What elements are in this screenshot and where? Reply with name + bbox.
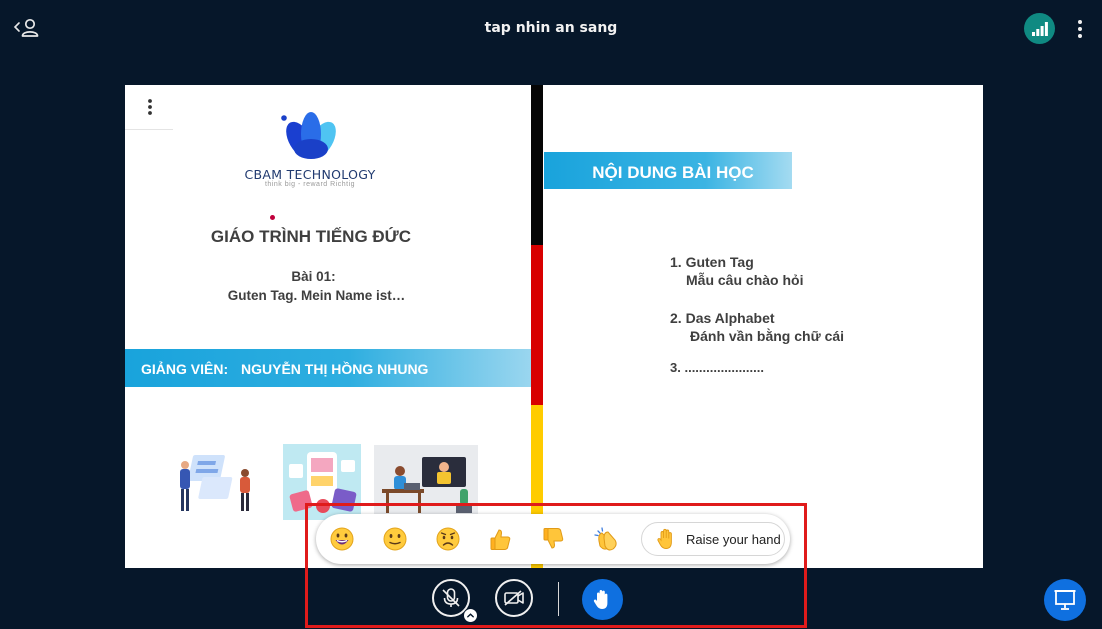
content-item-2-title: 2. Das Alphabet [670, 310, 775, 326]
logo-name: CBAM TECHNOLOGY [244, 167, 376, 182]
content-item-1-title: 1. Guten Tag [670, 254, 754, 270]
kebab-menu-icon [148, 99, 152, 115]
flag-stripe-black [531, 85, 543, 245]
content-banner: NỘI DUNG BÀI HỌC [544, 152, 792, 189]
lesson-title: Guten Tag. Mein Name ist… [227, 288, 406, 303]
teacher-name: NGUYỄN THỊ HỒNG NHUNG [241, 361, 429, 377]
annotation-highlight-box [305, 503, 807, 628]
connection-status-icon [1031, 21, 1048, 36]
content-title: NỘI DUNG BÀI HỌC [592, 163, 754, 182]
decorative-dot [270, 215, 275, 220]
content-item-2-subtitle: Đánh vần bằng chữ cái [690, 328, 845, 344]
flag-stripe-red [531, 245, 543, 405]
teacher-label: GIẢNG VIÊN: [141, 361, 229, 377]
content-item-1-subtitle: Mẫu câu chào hỏi [686, 272, 804, 288]
options-menu-button[interactable] [1070, 18, 1090, 40]
course-title: GIÁO TRÌNH TIẾNG ĐỨC [210, 227, 412, 246]
cbam-logo [281, 112, 336, 159]
slide-options-button[interactable] [125, 85, 173, 130]
top-bar: tap nhin an sang [0, 0, 1102, 56]
teacher-banner: GIẢNG VIÊN: NGUYỄN THỊ HỒNG NHUNG [125, 349, 531, 387]
lesson-number: Bài 01: [291, 269, 336, 284]
illustration-people-image [180, 455, 250, 511]
meeting-title: tap nhin an sang [484, 20, 618, 36]
content-item-3-title: 3. ...................... [670, 360, 764, 375]
logo-tagline: think big - reward Richtig [264, 181, 356, 188]
presentation-icon [1054, 590, 1076, 610]
connection-status-button[interactable] [1024, 13, 1055, 44]
presentation-slide: CBAM TECHNOLOGY think big - reward Richt… [125, 85, 983, 568]
kebab-menu-icon [1078, 20, 1082, 38]
presentation-button[interactable] [1044, 579, 1086, 621]
